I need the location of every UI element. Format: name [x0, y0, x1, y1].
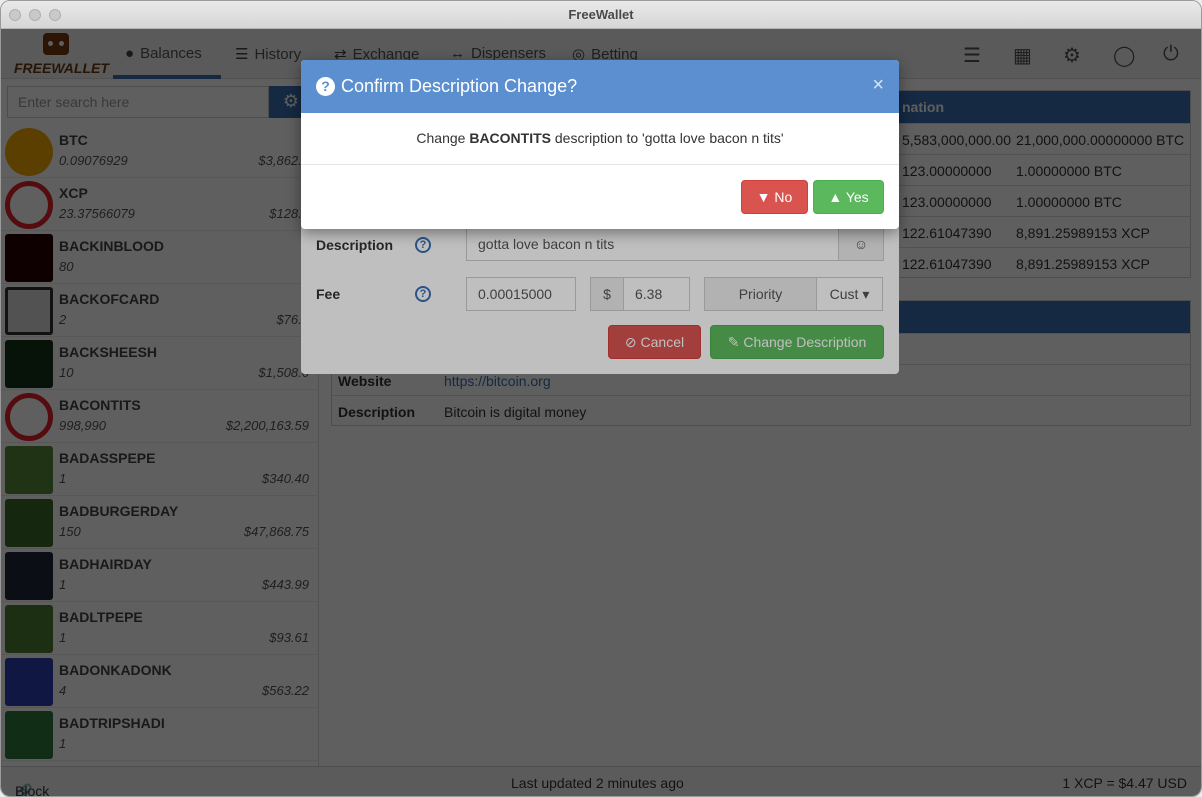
yes-button[interactable]: ▲ Yes — [813, 180, 884, 214]
thumbs-up-icon: ▲ — [828, 189, 843, 205]
message-suffix: description to 'gotta love bacon n tits' — [554, 130, 784, 146]
yes-label: Yes — [845, 189, 869, 205]
confirm-title: Confirm Description Change? — [341, 76, 578, 96]
message-asset: BACONTITS — [469, 130, 551, 146]
question-circle-icon: ? — [316, 77, 335, 96]
confirm-message: Change BACONTITS description to 'gotta l… — [301, 113, 899, 165]
close-icon[interactable]: × — [872, 74, 884, 97]
app-window: FreeWallet FREEWALLET ●Balances ☰History… — [0, 0, 1202, 797]
message-prefix: Change — [416, 130, 466, 146]
window-title: FreeWallet — [568, 7, 634, 22]
confirm-header: ? Confirm Description Change? × — [301, 60, 899, 113]
confirm-dialog: ? Confirm Description Change? × Change B… — [301, 60, 899, 229]
no-button[interactable]: ▼ No — [741, 180, 808, 214]
title-bar: FreeWallet — [1, 1, 1201, 29]
thumbs-down-icon: ▼ — [756, 189, 771, 205]
no-label: No — [774, 189, 793, 205]
